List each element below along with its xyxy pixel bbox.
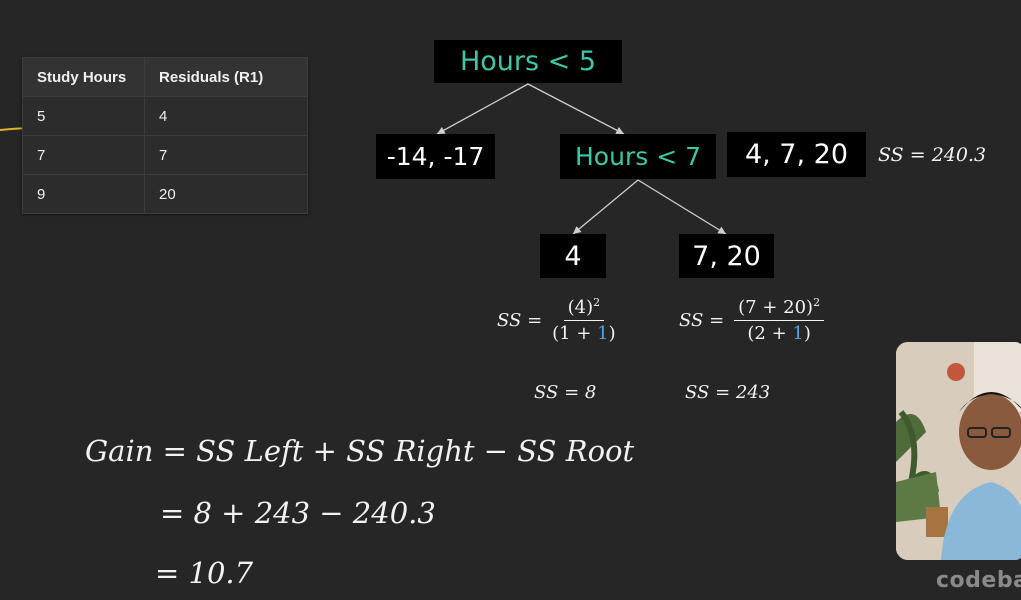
gain-result: = 10.7 (155, 556, 254, 590)
ss-left-fraction: (4)2 (1 + 1) (552, 296, 615, 344)
ss-right-numerator: (7 + 20) (738, 297, 814, 318)
ss-left-den-post: ) (608, 323, 616, 344)
edge-root-left (436, 83, 529, 135)
presenter-video-frame (896, 342, 1021, 560)
left-leaf-node: -14, -17 (376, 134, 495, 179)
brand-watermark: codeba (936, 568, 1021, 593)
ss-left-numerator: (4) (567, 297, 594, 318)
ss-left-lambda: 1 (597, 323, 609, 344)
right-values-node: 4, 7, 20 (727, 132, 866, 177)
mid-split-node: Hours < 7 (560, 134, 716, 179)
presenter-webcam (896, 342, 1021, 560)
ss-left-exponent: 2 (593, 296, 601, 309)
gain-substitution: = 8 + 243 − 240.3 (160, 496, 436, 530)
edge-mid-right (637, 179, 727, 235)
ss-left-formula: SS = (4)2 (1 + 1) (497, 296, 616, 344)
edge-mid-left (572, 179, 639, 235)
ss-right-result: SS = 243 (685, 382, 771, 403)
ss-label: SS = (497, 309, 543, 331)
edge-root-right (527, 83, 625, 135)
ss-right-den-pre: (2 + (747, 323, 793, 344)
ss-right-lambda: 1 (792, 323, 804, 344)
root-node: Hours < 5 (434, 40, 622, 83)
ss-label: SS = (679, 309, 725, 331)
ss-left-den-pre: (1 + (552, 323, 598, 344)
ss-right-formula: SS = (7 + 20)2 (2 + 1) (679, 296, 825, 344)
right-values-ss: SS = 240.3 (878, 144, 987, 166)
ss-left-result: SS = 8 (534, 382, 597, 403)
ss-right-fraction: (7 + 20)2 (2 + 1) (734, 296, 825, 344)
ss-right-den-post: ) (803, 323, 811, 344)
ss-right-exponent: 2 (813, 296, 821, 309)
leaf-b-node: 7, 20 (679, 234, 774, 278)
leaf-a-node: 4 (540, 234, 606, 278)
gain-formula: Gain = SS Left + SS Right − SS Root (85, 434, 635, 468)
